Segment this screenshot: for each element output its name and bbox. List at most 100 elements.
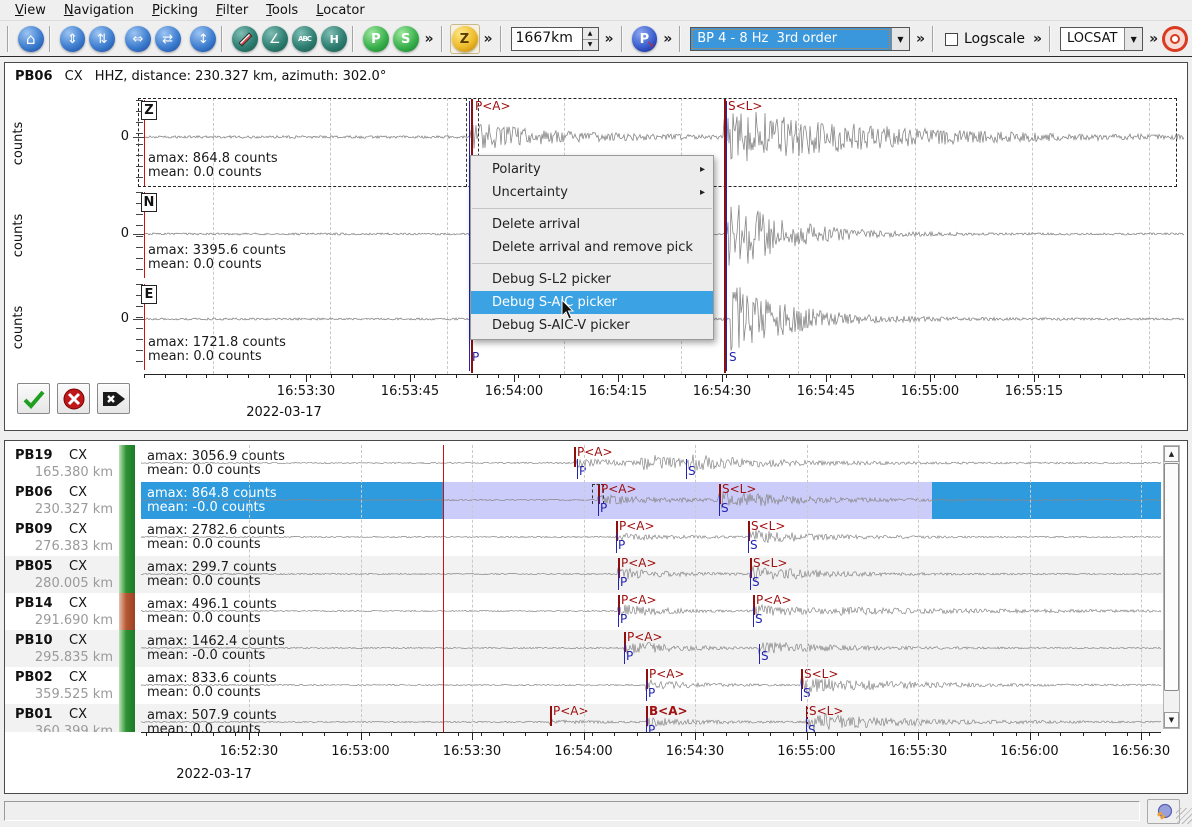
label-tool-button[interactable]: ABC: [292, 26, 318, 52]
station-row-pb14[interactable]: PB14CX291.690 kmamax: 496.1 countsmean: …: [5, 593, 1163, 630]
auto-pick-line[interactable]: [624, 644, 625, 664]
step-up-icon[interactable]: ▲: [583, 28, 598, 40]
zoom-vertical-in-button[interactable]: ⇅: [89, 26, 115, 52]
context-menu-item-polarity[interactable]: Polarity▸: [471, 158, 713, 181]
station-trace[interactable]: amax: 2782.6 countsmean: 0.0 countsP<A>S…: [141, 519, 1161, 556]
relocate-button[interactable]: [1162, 26, 1188, 52]
auto-pick-line[interactable]: [646, 718, 647, 732]
reject-picks-button[interactable]: [57, 383, 90, 414]
dropdown-arrow-icon[interactable]: ▼: [891, 28, 909, 50]
station-trace[interactable]: amax: 299.7 countsmean: 0.0 countsP<A>S<…: [141, 556, 1161, 593]
auto-pick-line[interactable]: [598, 496, 599, 516]
auto-pick-line[interactable]: [801, 681, 802, 701]
station-row-pb19[interactable]: PB19CX165.380 kmamax: 3056.9 countsmean:…: [5, 445, 1163, 482]
auto-pick-line[interactable]: [806, 718, 807, 732]
home-button[interactable]: ⌂: [18, 26, 44, 52]
auto-pick-line[interactable]: [748, 533, 749, 553]
theoretical-arrivals-button[interactable]: P ➘: [632, 26, 658, 52]
arrival-line[interactable]: [574, 447, 576, 467]
submenu-arrow-icon: ▸: [700, 158, 705, 181]
station-trace[interactable]: amax: 1462.4 countsmean: -0.0 countsP<A>…: [141, 630, 1161, 667]
auto-pick-line[interactable]: [577, 459, 578, 479]
auto-pick-line-s[interactable]: [726, 101, 727, 371]
time-label: 16:56:00: [992, 744, 1068, 759]
station-trace[interactable]: amax: 496.1 countsmean: 0.0 countsP<A>P<…: [141, 593, 1161, 630]
context-menu-item-delete-arrival-and-remove-pick[interactable]: Delete arrival and remove pick: [471, 236, 713, 259]
menu-filter[interactable]: Filter: [207, 1, 257, 20]
distance-value[interactable]: 1667km: [511, 27, 583, 51]
overflow-chevron[interactable]: »: [916, 31, 925, 47]
distance-steppers[interactable]: ▲ ▼: [583, 27, 599, 51]
width-tool-button[interactable]: H: [321, 26, 347, 52]
overflow-chevron[interactable]: »: [663, 31, 672, 47]
auto-pick-line[interactable]: [686, 459, 687, 479]
scrollbar-thumb[interactable]: [1164, 463, 1179, 691]
component-z-toggle[interactable]: Z: [450, 24, 480, 54]
overflow-chevron[interactable]: »: [1149, 31, 1158, 47]
zoom-horizontal-in-button[interactable]: ⇄: [155, 26, 181, 52]
filter-combobox[interactable]: BP 4 - 8 Hz 3rd order ▼: [690, 27, 910, 51]
context-menu-item-debug-s-aic-v-picker[interactable]: Debug S-AIC-V picker: [471, 314, 713, 337]
menu-picking[interactable]: Picking: [143, 1, 207, 20]
auto-pick-line[interactable]: [616, 533, 617, 553]
amax-value: amax: 833.6 counts: [147, 672, 277, 686]
station-row-pb05[interactable]: PB05CX280.005 kmamax: 299.7 countsmean: …: [5, 556, 1163, 593]
auto-pick-label: P: [626, 649, 633, 663]
station-row-pb01[interactable]: PB01CX360.399 kmamax: 507.9 countsmean: …: [5, 704, 1163, 732]
step-down-icon[interactable]: ▼: [583, 40, 598, 51]
zoom-vertical-out-button[interactable]: ⇕: [60, 26, 86, 52]
auto-pick-line[interactable]: [759, 644, 760, 664]
dropdown-arrow-icon[interactable]: ▼: [1124, 28, 1142, 50]
mean-value: mean: 0.0 counts: [147, 686, 277, 700]
filter-selected-value: BP 4 - 8 Hz 3rd order: [691, 28, 891, 50]
context-menu-item-debug-s-l2-picker[interactable]: Debug S-L2 picker: [471, 268, 713, 291]
station-row-pb02[interactable]: PB02CX359.525 kmamax: 833.6 countsmean: …: [5, 667, 1163, 704]
vertical-scrollbar[interactable]: ▲ ▼: [1163, 445, 1180, 729]
auto-pick-line[interactable]: [753, 607, 754, 627]
minor-tick: [414, 374, 415, 378]
pick-p-button[interactable]: P: [363, 26, 389, 52]
station-rows[interactable]: PB19CX165.380 kmamax: 3056.9 countsmean:…: [5, 445, 1163, 732]
logscale-checkbox-group[interactable]: Logscale: [945, 31, 1025, 47]
skip-station-button[interactable]: [97, 383, 130, 414]
status-bar: [0, 795, 1192, 827]
scroll-down-button[interactable]: ▼: [1164, 712, 1179, 728]
menu-locator[interactable]: Locator: [307, 1, 373, 20]
resize-grip[interactable]: [1176, 808, 1192, 824]
arrival-line[interactable]: [550, 706, 552, 726]
ruler-tool-button[interactable]: [232, 26, 258, 52]
locator-combobox[interactable]: LOCSAT ▼: [1060, 27, 1143, 51]
zoom-horizontal-out-button[interactable]: ⇔: [125, 26, 151, 52]
y-axis-unit-label: counts: [11, 306, 26, 349]
auto-pick-line[interactable]: [719, 496, 720, 516]
station-row-pb10[interactable]: PB10CX295.835 kmamax: 1462.4 countsmean:…: [5, 630, 1163, 667]
menu-navigation[interactable]: Navigation: [55, 1, 143, 20]
auto-pick-line[interactable]: [618, 570, 619, 590]
station-trace[interactable]: amax: 864.8 countsmean: -0.0 countsP<A>S…: [141, 482, 1161, 519]
menu-tools[interactable]: Tools: [257, 1, 307, 20]
overflow-chevron[interactable]: »: [605, 31, 614, 47]
overflow-chevron[interactable]: »: [1033, 31, 1042, 47]
reset-amplitude-button[interactable]: ↕: [190, 26, 216, 52]
auto-pick-line[interactable]: [750, 570, 751, 590]
auto-pick-line[interactable]: [618, 607, 619, 627]
scroll-up-button[interactable]: ▲: [1164, 446, 1179, 462]
auto-pick-label: S: [688, 464, 696, 478]
station-trace[interactable]: amax: 507.9 countsmean: 0.0 countsP<A>B<…: [141, 704, 1161, 732]
station-row-pb09[interactable]: PB09CX276.383 kmamax: 2782.6 countsmean:…: [5, 519, 1163, 556]
pick-s-button[interactable]: S: [393, 26, 419, 52]
distance-spinbox[interactable]: 1667km ▲ ▼: [511, 27, 599, 51]
station-trace[interactable]: amax: 3056.9 countsmean: 0.0 countsP<A>P…: [141, 445, 1161, 482]
overflow-chevron[interactable]: »: [484, 31, 493, 47]
context-menu-item-debug-s-aic-picker[interactable]: Debug S-AIC picker: [471, 291, 713, 314]
logscale-checkbox[interactable]: [945, 33, 958, 46]
auto-pick-line[interactable]: [646, 681, 647, 701]
station-trace[interactable]: amax: 833.6 countsmean: 0.0 countsP<A>S<…: [141, 667, 1161, 704]
accept-picks-button[interactable]: [17, 383, 50, 414]
overflow-chevron[interactable]: »: [425, 31, 434, 47]
angle-tool-button[interactable]: ∠: [262, 26, 288, 52]
context-menu-item-delete-arrival[interactable]: Delete arrival: [471, 213, 713, 236]
station-row-pb06[interactable]: PB06CX230.327 kmamax: 864.8 countsmean: …: [5, 482, 1163, 519]
context-menu-item-uncertainty[interactable]: Uncertainty▸: [471, 181, 713, 204]
menu-view[interactable]: View: [6, 1, 55, 20]
